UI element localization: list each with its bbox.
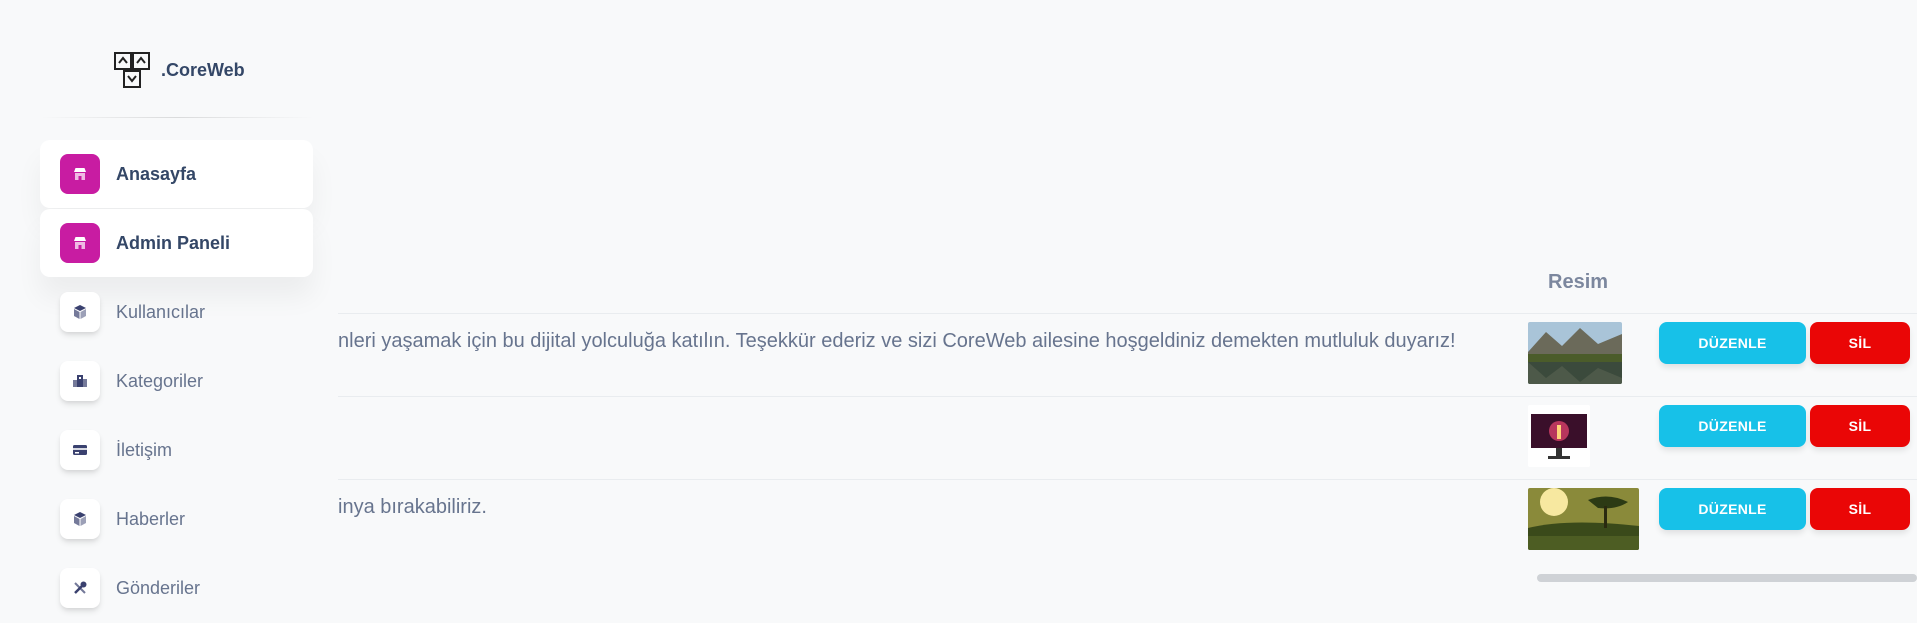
shop-icon <box>60 154 100 194</box>
sidebar: .CoreWeb Anasayfa Admin Paneli Kullanıcı… <box>0 0 320 621</box>
sidebar-nav: Anasayfa Admin Paneli Kullanıcılar Kateg… <box>40 140 313 623</box>
row-content-text: nleri yaşamak için bu dijital yolculuğa … <box>338 330 1456 352</box>
sidebar-item-anasayfa[interactable]: Anasayfa <box>40 140 313 208</box>
column-header-resim: Resim <box>1548 271 1609 293</box>
forest-sunrise-thumbnail <box>1528 488 1639 550</box>
sidebar-item-label: Admin Paneli <box>116 232 231 253</box>
credit-card-icon <box>60 430 100 470</box>
sidebar-divider <box>40 117 314 118</box>
sidebar-item-iletisim[interactable]: İletişim <box>40 416 313 484</box>
brand-name: .CoreWeb <box>161 59 245 80</box>
logo-icon <box>114 52 150 88</box>
brand-logo-link[interactable]: .CoreWeb <box>113 50 245 90</box>
sidebar-item-label: Haberler <box>116 508 186 529</box>
table-row: inya bırakabiliriz. DÜZENLE SİL <box>338 479 1917 562</box>
sidebar-item-haberler[interactable]: Haberler <box>40 485 313 553</box>
sidebar-item-gonderiler[interactable]: Gönderiler <box>40 554 313 622</box>
table-row: nleri yaşamak için bu dijital yolculuğa … <box>338 313 1917 396</box>
sidebar-item-label: Kategoriler <box>116 370 204 391</box>
delete-button[interactable]: SİL <box>1810 405 1910 447</box>
table-row: DÜZENLE SİL <box>338 396 1917 479</box>
sidebar-item-kategoriler[interactable]: Kategoriler <box>40 347 313 415</box>
row-content-text: inya bırakabiliriz. <box>338 496 487 518</box>
sidebar-item-admin-paneli[interactable]: Admin Paneli <box>40 209 313 277</box>
edit-button[interactable]: DÜZENLE <box>1659 322 1806 364</box>
horizontal-scrollbar[interactable] <box>1537 574 1917 582</box>
cube-icon <box>60 499 100 539</box>
monitor-thumbnail <box>1528 405 1590 467</box>
landscape-lake-thumbnail <box>1528 322 1622 384</box>
edit-button[interactable]: DÜZENLE <box>1659 488 1806 530</box>
sidebar-item-label: Kullanıcılar <box>116 301 206 322</box>
shop-icon <box>60 223 100 263</box>
edit-button[interactable]: DÜZENLE <box>1659 405 1806 447</box>
sidebar-item-label: İletişim <box>116 439 173 460</box>
office-icon <box>60 361 100 401</box>
delete-button[interactable]: SİL <box>1810 488 1910 530</box>
delete-button[interactable]: SİL <box>1810 322 1910 364</box>
sidebar-item-kullanicilar[interactable]: Kullanıcılar <box>40 278 313 346</box>
tools-icon <box>60 568 100 608</box>
sidebar-item-label: Anasayfa <box>116 163 197 184</box>
sidebar-item-label: Gönderiler <box>116 577 201 598</box>
cube-icon <box>60 292 100 332</box>
